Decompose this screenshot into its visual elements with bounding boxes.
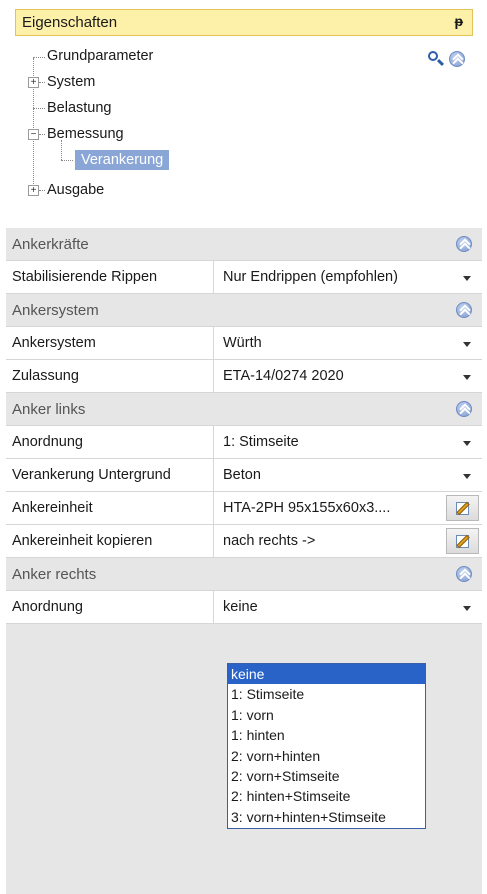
property-value: HTA-2PH 95x155x60x3....	[223, 500, 391, 516]
edit-button[interactable]	[446, 528, 479, 554]
property-row-ankersystem[interactable]: Ankersystem Würth	[6, 327, 482, 360]
dropdown-option[interactable]: 2: vorn+Stimseite	[228, 766, 425, 786]
navigation-tree: + − + Grundparameter System Belastung Be…	[0, 0, 487, 210]
collapse-icon[interactable]	[456, 236, 472, 252]
category-ankersystem[interactable]: Ankersystem	[6, 294, 482, 327]
collapse-all-icon[interactable]	[449, 51, 465, 67]
dropdown-option[interactable]: 1: Stimseite	[228, 684, 425, 704]
dropdown-arrow-icon[interactable]	[463, 342, 471, 347]
property-name: Stabilisierende Rippen	[6, 261, 214, 293]
property-name: Ankersystem	[6, 327, 214, 359]
property-value-dropdown[interactable]: ETA-14/0274 2020	[214, 360, 482, 392]
tree-expander-ausgabe[interactable]: +	[28, 185, 39, 196]
tree-connector	[39, 134, 45, 135]
tree-item-belastung[interactable]: Belastung	[47, 98, 112, 118]
category-label: Anker links	[12, 400, 86, 418]
property-row-ankereinheit[interactable]: Ankereinheit HTA-2PH 95x155x60x3....	[6, 492, 482, 525]
property-value-field[interactable]: HTA-2PH 95x155x60x3....	[214, 492, 482, 524]
property-row-anordnung-rechts[interactable]: Anordnung keine	[6, 591, 482, 624]
property-value: Nur Endrippen (empfohlen)	[223, 269, 398, 285]
dropdown-option[interactable]: keine	[228, 664, 425, 685]
collapse-icon[interactable]	[456, 302, 472, 318]
tree-expander-system[interactable]: +	[28, 77, 39, 88]
dropdown-list[interactable]: keine 1: Stimseite 1: vorn 1: hinten 2: …	[227, 663, 426, 829]
property-value: 1: Stimseite	[223, 434, 299, 450]
tree-connector	[39, 82, 45, 83]
property-row-ankereinheit-kopieren[interactable]: Ankereinheit kopieren nach rechts ->	[6, 525, 482, 558]
property-name: Anordnung	[6, 591, 214, 623]
property-value: Beton	[223, 467, 261, 483]
tree-item-grundparameter[interactable]: Grundparameter	[47, 46, 153, 66]
property-name: Anordnung	[6, 426, 214, 458]
dropdown-option[interactable]: 1: hinten	[228, 725, 425, 745]
property-row-verankerung-untergrund[interactable]: Verankerung Untergrund Beton	[6, 459, 482, 492]
property-name: Ankereinheit kopieren	[6, 525, 214, 557]
category-label: Anker rechts	[12, 565, 97, 583]
category-label: Ankersystem	[12, 301, 99, 319]
property-value-dropdown[interactable]: 1: Stimseite	[214, 426, 482, 458]
tree-item-ausgabe[interactable]: Ausgabe	[47, 180, 104, 200]
category-label: Ankerkräfte	[12, 235, 89, 253]
property-row-stabilisierende-rippen[interactable]: Stabilisierende Rippen Nur Endrippen (em…	[6, 261, 482, 294]
dropdown-option[interactable]: 2: vorn+hinten	[228, 746, 425, 766]
property-value-dropdown[interactable]: Nur Endrippen (empfohlen)	[214, 261, 482, 293]
dropdown-arrow-icon[interactable]	[463, 375, 471, 380]
property-value: ETA-14/0274 2020	[223, 368, 344, 384]
tree-toolbar	[427, 50, 465, 68]
category-anker-links[interactable]: Anker links	[6, 393, 482, 426]
property-value-dropdown[interactable]: keine	[214, 591, 482, 623]
property-value: nach rechts ->	[223, 533, 316, 549]
dropdown-option[interactable]: 2: hinten+Stimseite	[228, 786, 425, 806]
tree-item-bemessung[interactable]: Bemessung	[47, 124, 124, 144]
dropdown-option[interactable]: 3: vorn+hinten+Stimseite	[228, 807, 425, 827]
property-name: Verankerung Untergrund	[6, 459, 214, 491]
property-value: keine	[223, 599, 258, 615]
tree-connector	[39, 190, 45, 191]
property-row-zulassung[interactable]: Zulassung ETA-14/0274 2020	[6, 360, 482, 393]
collapse-icon[interactable]	[456, 401, 472, 417]
property-name: Zulassung	[6, 360, 214, 392]
tree-connector	[33, 57, 45, 58]
property-name: Ankereinheit	[6, 492, 214, 524]
category-anker-rechts[interactable]: Anker rechts	[6, 558, 482, 591]
property-value-dropdown[interactable]: Würth	[214, 327, 482, 359]
dropdown-arrow-icon[interactable]	[463, 474, 471, 479]
dropdown-arrow-icon[interactable]	[463, 441, 471, 446]
dropdown-arrow-icon[interactable]	[463, 276, 471, 281]
collapse-icon[interactable]	[456, 566, 472, 582]
tree-item-verankerung[interactable]: Verankerung	[75, 150, 170, 170]
edit-button[interactable]	[446, 495, 479, 521]
property-value-dropdown[interactable]: Beton	[214, 459, 482, 491]
property-row-anordnung-links[interactable]: Anordnung 1: Stimseite	[6, 426, 482, 459]
tree-connector	[61, 160, 73, 161]
property-value-field[interactable]: nach rechts ->	[214, 525, 482, 557]
dropdown-arrow-icon[interactable]	[463, 606, 471, 611]
category-ankerkraefte[interactable]: Ankerkräfte	[6, 228, 482, 261]
property-value: Würth	[223, 335, 262, 351]
tree-expander-bemessung[interactable]: −	[28, 129, 39, 140]
dropdown-option[interactable]: 1: vorn	[228, 705, 425, 725]
tree-connector	[33, 108, 45, 109]
tree-item-system[interactable]: System	[47, 72, 95, 92]
search-icon[interactable]	[427, 50, 445, 68]
